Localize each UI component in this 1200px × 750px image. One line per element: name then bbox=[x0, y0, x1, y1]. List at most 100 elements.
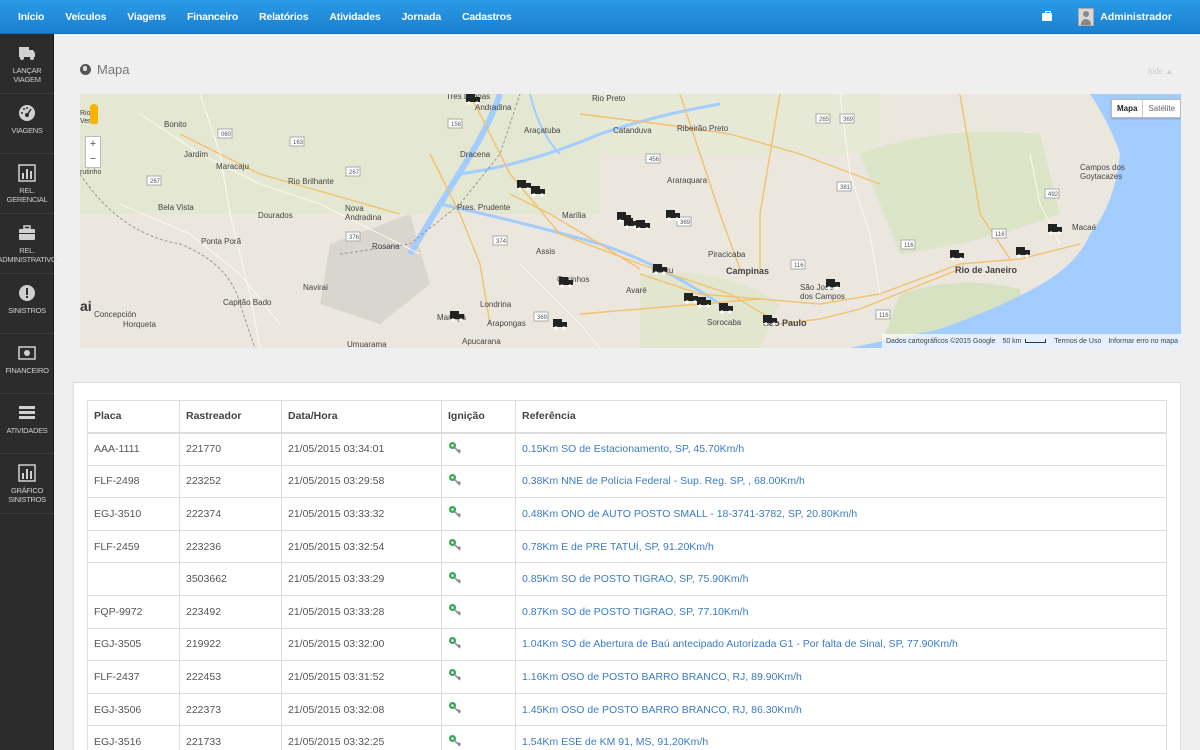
table-row[interactable]: EGJ-3505 219922 21/05/2015 03:32:00 1.04… bbox=[87, 627, 1167, 662]
svg-text:Marília: Marília bbox=[562, 211, 587, 220]
table-row[interactable]: EGJ-3506 222373 21/05/2015 03:32:08 1.45… bbox=[87, 692, 1167, 727]
table-row[interactable]: FLF-2437 222453 21/05/2015 03:31:52 1.16… bbox=[87, 660, 1167, 694]
map[interactable]: Três Lagoas Andradina Rio Preto Araçatub… bbox=[80, 94, 1181, 348]
table-row[interactable]: AAA-1111 221770 21/05/2015 03:34:01 0.15… bbox=[87, 432, 1167, 466]
svg-text:Navirai: Navirai bbox=[303, 283, 328, 292]
zoom-out-button[interactable]: − bbox=[86, 152, 100, 167]
sidebar-item-grafico-sinistros[interactable]: GRÁFICO SINISTROS bbox=[0, 454, 54, 514]
nav-jornada[interactable]: Jornada bbox=[402, 11, 442, 23]
svg-text:Piracicaba: Piracicaba bbox=[708, 250, 746, 259]
svg-text:Ribeirão Preto: Ribeirão Preto bbox=[677, 124, 729, 133]
table-row[interactable]: EGJ-3510 222374 21/05/2015 03:33:32 0.48… bbox=[87, 497, 1167, 531]
table-row[interactable]: 3503662 21/05/2015 03:33:29 0.85Km SO de… bbox=[87, 562, 1167, 596]
bar-chart-icon bbox=[18, 464, 36, 482]
cell-referencia[interactable]: 1.45Km OSO de POSTO BARRO BRANCO, RJ, 86… bbox=[515, 692, 1167, 727]
svg-text:Horqueta: Horqueta bbox=[123, 320, 156, 329]
column-header-placa[interactable]: Placa bbox=[87, 400, 180, 434]
cell-referencia[interactable]: 0.85Km SO de POSTO TIGRAO, SP, 75.90Km/h bbox=[515, 562, 1167, 596]
cell-datahora: 21/05/2015 03:29:58 bbox=[281, 464, 442, 499]
ignition-key-icon bbox=[449, 441, 462, 454]
page-title: Mapa bbox=[80, 62, 130, 77]
cell-referencia[interactable]: 0.48Km ONO de AUTO POSTO SMALL - 18-3741… bbox=[515, 497, 1167, 531]
nav-cadastros[interactable]: Cadastros bbox=[462, 11, 512, 23]
cell-datahora: 21/05/2015 03:33:29 bbox=[281, 562, 442, 596]
sidebar-item-label: FINANCEIRO bbox=[5, 366, 49, 375]
zoom-in-button[interactable]: + bbox=[86, 137, 100, 152]
map-type-satelite-button[interactable]: Satélite bbox=[1143, 100, 1180, 117]
cell-referencia[interactable]: 1.16Km OSO de POSTO BARRO BRANCO, RJ, 89… bbox=[515, 660, 1167, 694]
cell-referencia[interactable]: 0.38Km NNE de Polícia Federal - Sup. Reg… bbox=[515, 464, 1167, 499]
sidebar-item-rel-gerencial[interactable]: REL. GERENCIAL bbox=[0, 154, 54, 214]
sidebar-item-lancar-viagem[interactable]: LANÇAR VIAGEM bbox=[0, 34, 54, 94]
ignition-key-icon bbox=[449, 702, 462, 714]
sidebar-item-sinistros[interactable]: SINISTROS bbox=[0, 274, 54, 334]
svg-text:Concepción: Concepción bbox=[94, 310, 136, 319]
money-icon bbox=[18, 346, 36, 360]
sidebar-item-atividades[interactable]: ATIVIDADES bbox=[0, 394, 54, 454]
cell-datahora: 21/05/2015 03:33:32 bbox=[281, 497, 442, 531]
svg-text:Araraquara: Araraquara bbox=[667, 176, 708, 185]
cell-datahora: 21/05/2015 03:33:28 bbox=[281, 594, 442, 629]
svg-text:Sorocaba: Sorocaba bbox=[707, 318, 742, 327]
svg-text:Assis: Assis bbox=[536, 247, 555, 256]
sidebar-item-financeiro[interactable]: FINANCEIRO bbox=[0, 334, 54, 394]
table-row[interactable]: FLF-2459 223236 21/05/2015 03:32:54 0.78… bbox=[87, 529, 1167, 564]
svg-text:456: 456 bbox=[649, 157, 660, 163]
nav-atividades[interactable]: Atividades bbox=[329, 11, 380, 23]
cell-referencia[interactable]: 1.04Km SO de Abertura de Baú antecipado … bbox=[515, 627, 1167, 662]
cell-referencia[interactable]: 0.78Km E de PRE TATUÍ, SP, 91.20Km/h bbox=[515, 529, 1167, 564]
cell-rastreador: 221770 bbox=[179, 432, 282, 466]
sidebar-item-rel-administrativo[interactable]: REL. ADMINISTRATIVO bbox=[0, 214, 57, 274]
table-row[interactable]: EGJ-3516 221733 21/05/2015 03:32:25 1.54… bbox=[87, 725, 1167, 750]
svg-text:Campinas: Campinas bbox=[726, 266, 769, 276]
sidebar-item-label: GRÁFICO SINISTROS bbox=[8, 486, 46, 504]
cell-ignicao bbox=[441, 497, 516, 531]
column-header-referencia[interactable]: Referência bbox=[515, 400, 1167, 434]
bar-chart-icon bbox=[18, 164, 36, 182]
vehicles-table: Placa Rastreador Data/Hora Ignição Refer… bbox=[87, 400, 1167, 750]
svg-text:116: 116 bbox=[794, 263, 804, 269]
svg-text:Apucarana: Apucarana bbox=[462, 337, 501, 346]
svg-text:267: 267 bbox=[349, 170, 360, 176]
ignition-key-icon bbox=[449, 571, 462, 584]
zoom-control: + − bbox=[85, 136, 101, 168]
table-row[interactable]: FQP-9972 223492 21/05/2015 03:33:28 0.87… bbox=[87, 594, 1167, 629]
column-header-ignicao[interactable]: Ignição bbox=[441, 400, 516, 434]
svg-text:Londrina: Londrina bbox=[480, 300, 512, 309]
nav-veiculos[interactable]: Veículos bbox=[65, 11, 106, 23]
cell-referencia[interactable]: 0.15Km SO de Estacionamento, SP, 45.70Km… bbox=[515, 432, 1167, 466]
map-type-mapa-button[interactable]: Mapa bbox=[1112, 100, 1144, 117]
avatar[interactable] bbox=[1078, 8, 1095, 26]
column-header-datahora[interactable]: Data/Hora bbox=[281, 400, 442, 434]
truck-icon bbox=[19, 47, 35, 60]
hide-map-link[interactable]: hide ▲ bbox=[1148, 67, 1173, 76]
nav-inicio[interactable]: Início bbox=[18, 11, 44, 23]
svg-text:492: 492 bbox=[1048, 192, 1059, 198]
svg-text:Rosana: Rosana bbox=[372, 242, 400, 251]
nav-viagens[interactable]: Viagens bbox=[127, 11, 166, 23]
svg-text:Maracaju: Maracaju bbox=[216, 162, 249, 171]
nav-relatorios[interactable]: Relatórios bbox=[259, 11, 309, 23]
svg-text:116: 116 bbox=[904, 243, 914, 249]
cell-placa bbox=[87, 562, 180, 596]
list-icon bbox=[19, 406, 35, 419]
svg-text:116: 116 bbox=[995, 232, 1005, 238]
street-view-pegman-icon[interactable] bbox=[90, 104, 98, 124]
nav-financeiro[interactable]: Financeiro bbox=[187, 11, 238, 23]
svg-text:376: 376 bbox=[349, 235, 360, 241]
cell-referencia[interactable]: 0.87Km SO de POSTO TIGRAO, SP, 77.10Km/h bbox=[515, 594, 1167, 629]
cell-ignicao bbox=[441, 529, 516, 564]
column-header-rastreador[interactable]: Rastreador bbox=[179, 400, 282, 434]
svg-text:Jardim: Jardim bbox=[184, 150, 208, 159]
map-terms-link[interactable]: Termos de Uso bbox=[1054, 338, 1101, 345]
user-menu[interactable]: Administrador bbox=[1100, 11, 1172, 23]
table-row[interactable]: FLF-2498 223252 21/05/2015 03:29:58 0.38… bbox=[87, 464, 1167, 499]
briefcase-icon[interactable] bbox=[1042, 11, 1053, 21]
map-canvas[interactable]: Três Lagoas Andradina Rio Preto Araçatub… bbox=[80, 94, 1181, 348]
svg-text:Goytacazes: Goytacazes bbox=[1080, 172, 1122, 181]
sidebar-item-viagens[interactable]: VIAGENS bbox=[0, 94, 54, 154]
cell-placa: FLF-2498 bbox=[87, 464, 180, 499]
cell-referencia[interactable]: 1.54Km ESE de KM 91, MS, 91.20Km/h bbox=[515, 725, 1167, 750]
map-report-link[interactable]: Informar erro no mapa bbox=[1108, 338, 1178, 345]
ignition-key-icon bbox=[449, 506, 462, 519]
